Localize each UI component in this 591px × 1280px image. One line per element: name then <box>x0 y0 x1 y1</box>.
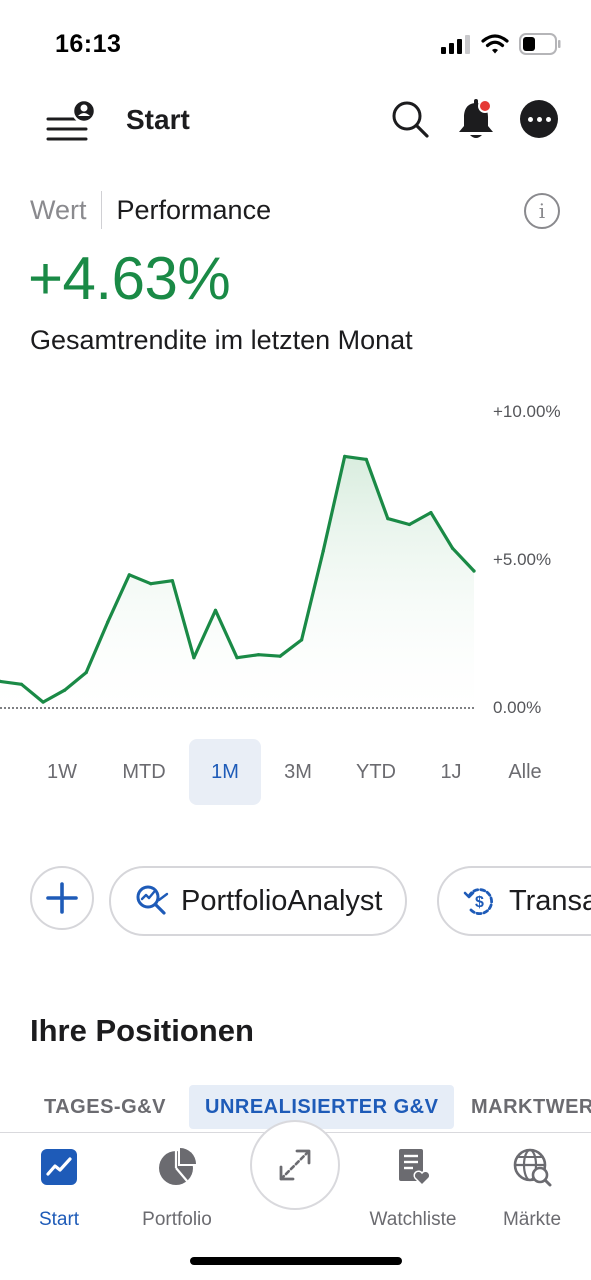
range-tab-1m[interactable]: 1M <box>189 739 261 805</box>
range-tab-1j[interactable]: 1J <box>414 739 488 805</box>
status-time: 16:13 <box>55 30 122 58</box>
chart-point <box>386 517 390 521</box>
chart-point <box>256 653 261 657</box>
expand-button[interactable] <box>250 1120 340 1210</box>
y-tick-label: +5.00% <box>493 550 551 569</box>
performance-chart[interactable]: +10.00% +5.00% 0.00% <box>0 390 591 730</box>
chart-point <box>41 700 45 704</box>
chart-point <box>429 511 433 515</box>
plus-icon <box>46 882 78 914</box>
chart-point <box>278 654 282 658</box>
add-button[interactable] <box>30 866 94 930</box>
search-icon <box>392 101 429 138</box>
positions-tab-daily-pnl[interactable]: TAGES-G&V <box>44 1085 166 1129</box>
transactions-label: Transa <box>509 884 591 917</box>
menu-profile-icon <box>46 98 97 141</box>
page-title: Start <box>126 104 190 135</box>
more-icon <box>527 116 533 122</box>
portfolio-analyst-label: PortfolioAnalyst <box>181 884 383 917</box>
range-tab-1w[interactable]: 1W <box>25 739 99 805</box>
chart-point <box>192 656 196 660</box>
nav-bar: Start <box>0 95 591 151</box>
y-tick-label: 0.00% <box>493 698 541 717</box>
positions-tab-market-value[interactable]: MARKTWERT <box>471 1085 591 1129</box>
notifications-button[interactable] <box>455 97 497 143</box>
tab-start-label: Start <box>38 1209 80 1230</box>
menu-button[interactable] <box>46 98 98 143</box>
tab-watchlist-label: Watchliste <box>369 1209 457 1230</box>
chart-point <box>63 688 67 692</box>
y-tick-label: +10.00% <box>493 402 561 421</box>
bell-icon <box>459 99 493 138</box>
chart-point <box>213 608 218 612</box>
range-tab-mtd[interactable]: MTD <box>107 739 181 805</box>
transactions-button[interactable]: $ Transa <box>437 866 591 936</box>
chart-point <box>84 670 88 675</box>
watchlist-icon <box>391 1145 435 1189</box>
analyst-icon <box>136 885 169 915</box>
range-tab-alle[interactable]: Alle <box>488 739 562 805</box>
value-performance-toggle: Wert Performance <box>30 190 271 230</box>
chart-point <box>170 579 174 583</box>
info-icon[interactable]: i <box>524 193 560 229</box>
toggle-wert[interactable]: Wert <box>30 195 101 226</box>
chart-point <box>343 454 347 458</box>
home-indicator <box>190 1257 402 1265</box>
portfolio-pie-icon <box>155 1145 199 1189</box>
transactions-icon: $ <box>463 888 493 915</box>
battery-icon <box>519 33 561 55</box>
chart-point <box>472 569 476 573</box>
range-tab-ytd[interactable]: YTD <box>339 739 413 805</box>
tab-portfolio-label: Portfolio <box>142 1209 212 1230</box>
search-button[interactable] <box>390 99 432 141</box>
tab-markets[interactable]: Märkte <box>477 1145 587 1231</box>
tab-watchlist[interactable]: Watchliste <box>358 1145 468 1231</box>
chart-point <box>149 582 153 586</box>
status-bar: 16:13 <box>0 0 591 90</box>
chart-area-fill <box>0 456 474 708</box>
performance-subtitle: Gesamtrendite im letzten Monat <box>30 325 413 355</box>
expand-arrows-icon <box>279 1149 311 1181</box>
chart-point <box>106 620 110 624</box>
positions-title: Ihre Positionen <box>30 1013 254 1048</box>
quick-actions: PortfolioAnalyst $ Transa <box>0 864 591 938</box>
chart-point <box>407 522 411 527</box>
status-icons <box>441 33 561 55</box>
positions-tab-unrealized-pnl[interactable]: UNREALISIERTER G&V <box>189 1085 455 1129</box>
range-tab-3m[interactable]: 3M <box>261 739 335 805</box>
time-range-tabs: 1W MTD 1M 3M YTD 1J Alle <box>0 739 591 805</box>
chart-point <box>235 656 239 660</box>
chart-point <box>364 457 368 461</box>
svg-text:$: $ <box>475 894 484 911</box>
tab-start[interactable]: Start <box>4 1145 114 1231</box>
performance-value: +4.63% <box>28 245 231 312</box>
chart-point <box>300 638 304 642</box>
start-chart-icon <box>37 1145 81 1189</box>
chart-point <box>450 546 455 550</box>
markets-globe-icon <box>510 1145 554 1189</box>
more-button[interactable] <box>520 100 558 138</box>
chart-point <box>321 549 325 553</box>
portfolio-analyst-button[interactable]: PortfolioAnalyst <box>109 866 407 936</box>
bottom-tab-bar: Start Portfolio Watchliste Märkte <box>0 1120 591 1280</box>
more-icon-dot <box>545 116 551 122</box>
chart-point <box>19 682 24 686</box>
signal-icon <box>441 35 470 54</box>
toggle-performance[interactable]: Performance <box>102 195 272 226</box>
tab-portfolio[interactable]: Portfolio <box>122 1145 232 1231</box>
tab-markets-label: Märkte <box>502 1209 562 1230</box>
wifi-icon <box>481 34 509 54</box>
chart-point <box>127 573 131 577</box>
more-icon-dot <box>536 116 542 122</box>
